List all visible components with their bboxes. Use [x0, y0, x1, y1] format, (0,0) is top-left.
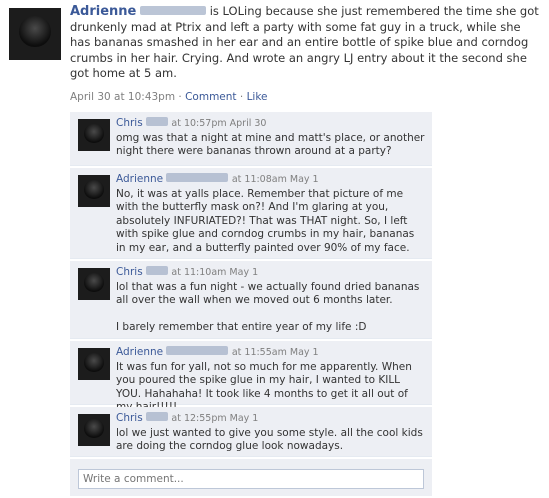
comments-list: Chris at 10:57pm April 30 omg was that a…	[70, 112, 432, 496]
write-comment-box	[70, 459, 432, 496]
post-timestamp[interactable]: April 30 at 10:43pm	[70, 91, 175, 103]
status-message: Adrienne is LOLing because she just reme…	[70, 4, 544, 82]
comment-text: No, it was at yalls place. Remember that…	[116, 187, 415, 254]
comment-item: Adrienne at 11:55am May 1 It was fun for…	[70, 341, 432, 413]
comment-timestamp: at 11:10am May 1	[171, 267, 259, 278]
redacted-surname	[140, 6, 207, 15]
status-meta: April 30 at 10:43pm · Comment · Like	[70, 91, 268, 103]
comment-timestamp: at 11:08am May 1	[231, 174, 319, 185]
redacted-surname	[146, 117, 169, 126]
commenter-avatar[interactable]	[78, 175, 110, 207]
comment-author-link[interactable]: Adrienne	[116, 346, 163, 358]
commenter-avatar[interactable]	[78, 119, 110, 151]
comment-link[interactable]: Comment	[185, 91, 236, 103]
commenter-avatar[interactable]	[78, 268, 110, 300]
post-author-link[interactable]: Adrienne	[70, 4, 136, 19]
commenter-avatar[interactable]	[78, 414, 110, 446]
like-link[interactable]: Like	[247, 91, 268, 103]
author-avatar[interactable]	[9, 8, 61, 60]
redacted-surname	[166, 173, 229, 182]
comment-text: lol we just wanted to give you some styl…	[116, 426, 423, 453]
comment-timestamp: at 11:55am May 1	[231, 347, 319, 358]
comment-author-link[interactable]: Chris	[116, 117, 143, 129]
separator: ·	[175, 91, 186, 103]
comment-item: Chris at 11:10am May 1 lol that was a fu…	[70, 261, 432, 339]
comment-timestamp: at 12:55pm May 1	[171, 413, 259, 424]
comment-item: Adrienne at 11:08am May 1 No, it was at …	[70, 168, 432, 259]
comment-item: Chris at 10:57pm April 30 omg was that a…	[70, 112, 432, 166]
write-comment-input[interactable]	[78, 469, 424, 489]
comment-item: Chris at 12:55pm May 1 lol we just wante…	[70, 407, 432, 457]
comment-text: lol that was a fun night - we actually f…	[116, 280, 420, 334]
comment-timestamp: at 10:57pm April 30	[171, 118, 267, 129]
redacted-surname	[146, 266, 169, 275]
comment-text: omg was that a night at mine and matt's …	[116, 131, 425, 158]
commenter-avatar[interactable]	[78, 348, 110, 380]
redacted-surname	[146, 412, 169, 421]
redacted-surname	[166, 346, 229, 355]
status-text: is LOLing because she just remembered th…	[70, 4, 539, 80]
comment-author-link[interactable]: Chris	[116, 412, 143, 424]
comment-author-link[interactable]: Adrienne	[116, 173, 163, 185]
comment-author-link[interactable]: Chris	[116, 266, 143, 278]
separator: ·	[236, 91, 247, 103]
